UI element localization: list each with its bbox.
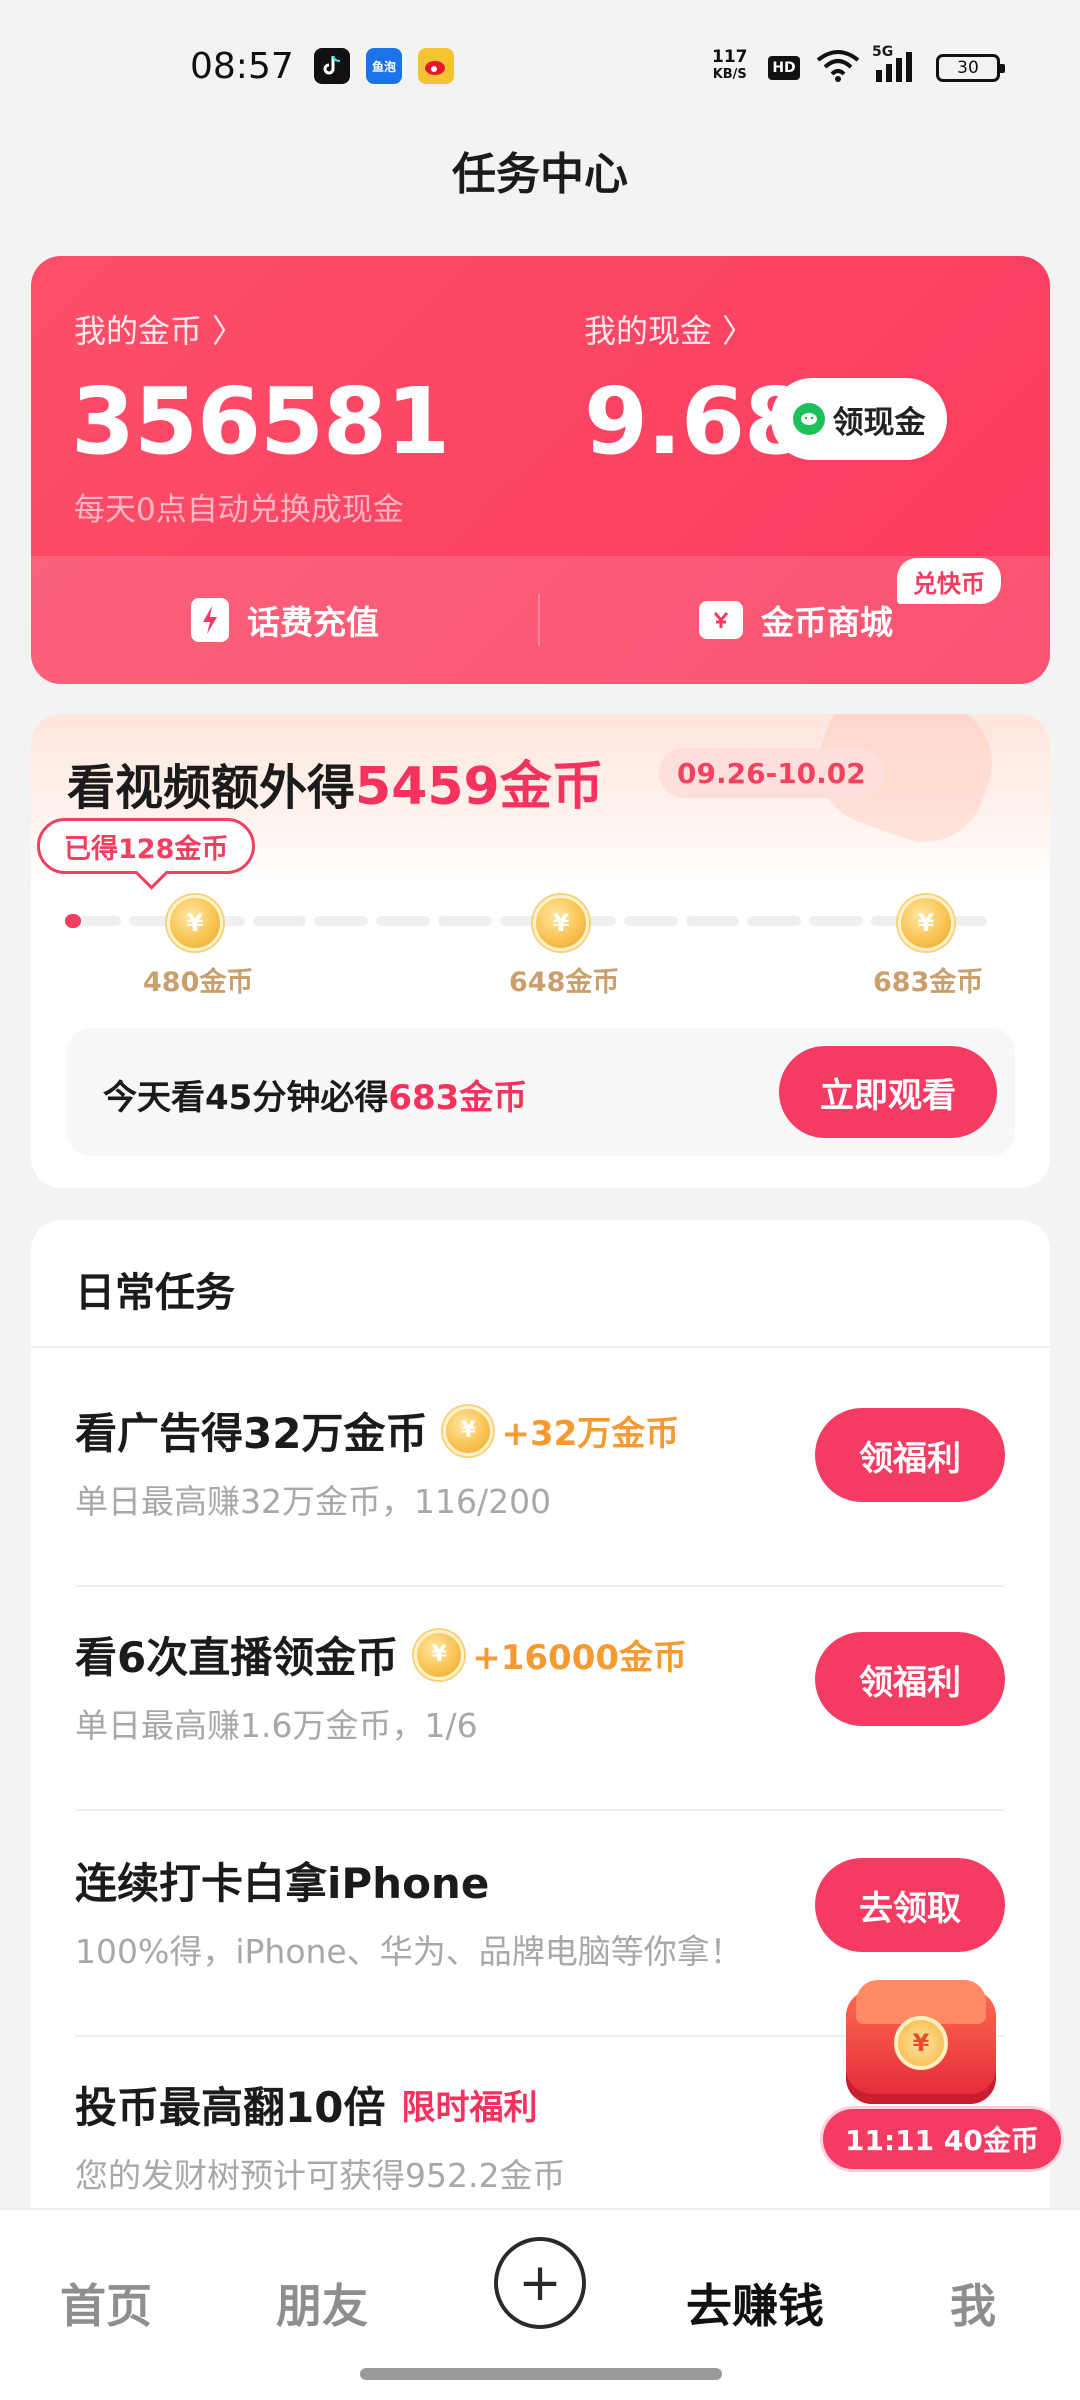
daily-tasks-heading: 日常任务 bbox=[75, 1270, 235, 1316]
earned-coins-bubble: 已得128金币 bbox=[37, 818, 256, 874]
task-title: 投币最高翻10倍 bbox=[75, 2083, 386, 2132]
watch-reward-prefix: 今天看45分钟必得 bbox=[103, 1078, 389, 1118]
create-plus-button[interactable]: + bbox=[494, 2237, 586, 2329]
yupao-app-icon: 鱼泡 bbox=[366, 48, 402, 84]
withdraw-cash-label: 领现金 bbox=[832, 404, 926, 441]
coin-icon: ¥ bbox=[894, 2016, 948, 2070]
speed-unit: KB/S bbox=[712, 67, 747, 82]
coin-icon: ¥ bbox=[414, 1629, 465, 1680]
cellular-signal-icon: 5G bbox=[872, 44, 920, 84]
nav-me[interactable]: 我 bbox=[950, 2270, 996, 2336]
milestone-label: 648金币 bbox=[509, 967, 620, 998]
treasure-chest-icon[interactable]: ¥ bbox=[846, 1980, 996, 2104]
wifi-icon bbox=[816, 50, 860, 82]
watch-now-button[interactable]: 立即观看 bbox=[779, 1046, 997, 1138]
status-bar: 08:57 鱼泡 117 KB/S HD 5G 30 bbox=[0, 0, 1080, 130]
task-reward-amount: +32万金币 bbox=[501, 1414, 680, 1454]
coin-mall-button[interactable]: 金币商城 bbox=[699, 596, 893, 644]
progress-indicator bbox=[65, 914, 81, 928]
go-claim-button[interactable]: 去领取 bbox=[815, 1858, 1005, 1952]
phone-recharge-button[interactable]: 话费充值 bbox=[191, 596, 379, 644]
coin-mall-label: 金币商城 bbox=[761, 603, 893, 642]
ticket-icon bbox=[699, 601, 743, 639]
claim-welfare-button[interactable]: 领福利 bbox=[815, 1408, 1005, 1502]
task-reward: ¥ +32万金币 bbox=[443, 1405, 680, 1456]
milestone-label: 683金币 bbox=[873, 967, 984, 998]
claim-welfare-button[interactable]: 领福利 bbox=[815, 1632, 1005, 1726]
video-task-title: 看视频额外得5459金币 bbox=[67, 744, 604, 819]
network-type: 5G bbox=[872, 44, 894, 60]
lightning-icon bbox=[191, 598, 229, 642]
coin-icon: ¥ bbox=[898, 895, 954, 951]
exchange-kuaibi-badge: 兑快币 bbox=[897, 558, 1001, 604]
wallet-divider bbox=[538, 594, 540, 646]
coins-balance: 356581 bbox=[71, 368, 450, 475]
video-title-amount: 5459金币 bbox=[355, 757, 604, 817]
my-cash-link[interactable]: 我的现金 〉 bbox=[584, 306, 754, 352]
withdraw-cash-button[interactable]: 领现金 bbox=[771, 378, 947, 460]
status-time: 08:57 bbox=[190, 46, 294, 87]
task-reward-amount: +16000金币 bbox=[472, 1638, 688, 1678]
home-indicator[interactable] bbox=[360, 2368, 722, 2380]
milestone-label: 480金币 bbox=[143, 967, 254, 998]
task-item: 连续打卡白拿iPhone 100%得，iPhone、华为、品牌电脑等你拿！ 去领… bbox=[75, 1850, 1005, 2037]
nav-earn-money[interactable]: 去赚钱 bbox=[686, 2270, 824, 2336]
watch-reward-box: 今天看45分钟必得683金币 立即观看 bbox=[67, 1028, 1015, 1156]
heading-divider bbox=[31, 1346, 1050, 1348]
page-title: 任务中心 bbox=[452, 149, 628, 200]
weibo-app-icon bbox=[418, 48, 454, 84]
douyin-app-icon bbox=[314, 48, 350, 84]
coin-icon: ¥ bbox=[533, 895, 589, 951]
nav-home[interactable]: 首页 bbox=[60, 2270, 152, 2336]
chest-timer-badge[interactable]: 11:11 40金币 bbox=[820, 2106, 1064, 2172]
video-title-prefix: 看视频额外得 bbox=[67, 760, 356, 816]
phone-recharge-label: 话费充值 bbox=[247, 603, 379, 642]
coin-icon: ¥ bbox=[167, 895, 223, 951]
wallet-card: 我的金币 〉 356581 我的现金 〉 9.68 领现金 每天0点自动兑换成现… bbox=[31, 256, 1050, 684]
nav-friends[interactable]: 朋友 bbox=[276, 2270, 368, 2336]
video-task-card: 看视频额外得5459金币 09.26-10.02 已得128金币 ¥ ¥ ¥ 4… bbox=[31, 714, 1050, 1188]
exchange-hint: 每天0点自动兑换成现金 bbox=[74, 492, 404, 528]
date-range-badge: 09.26-10.02 bbox=[659, 748, 884, 798]
speed-value: 117 bbox=[712, 47, 748, 67]
task-reward: ¥ +16000金币 bbox=[414, 1629, 688, 1680]
coin-icon: ¥ bbox=[443, 1405, 494, 1456]
task-item: 看广告得32万金币 ¥ +32万金币 单日最高赚32万金币，116/200 领福… bbox=[75, 1400, 1005, 1587]
task-title: 看6次直播领金币 bbox=[75, 1633, 399, 1682]
my-coins-link[interactable]: 我的金币 〉 bbox=[74, 306, 244, 352]
task-item: 看6次直播领金币 ¥ +16000金币 单日最高赚1.6万金币，1/6 领福利 bbox=[75, 1624, 1005, 1811]
watch-reward-amount: 683金币 bbox=[388, 1078, 528, 1118]
task-title: 连续打卡白拿iPhone bbox=[75, 1859, 490, 1908]
task-divider bbox=[75, 1585, 1005, 1587]
watch-reward-text: 今天看45分钟必得683金币 bbox=[103, 1070, 527, 1119]
hd-badge: HD bbox=[768, 56, 800, 80]
task-divider bbox=[75, 1809, 1005, 1811]
battery-icon: 30 bbox=[936, 54, 1005, 82]
network-speed: 117 KB/S bbox=[712, 48, 748, 84]
wechat-icon bbox=[792, 403, 825, 435]
limited-time-tag: 限时福利 bbox=[401, 2088, 538, 2128]
task-title: 看广告得32万金币 bbox=[75, 1409, 428, 1458]
